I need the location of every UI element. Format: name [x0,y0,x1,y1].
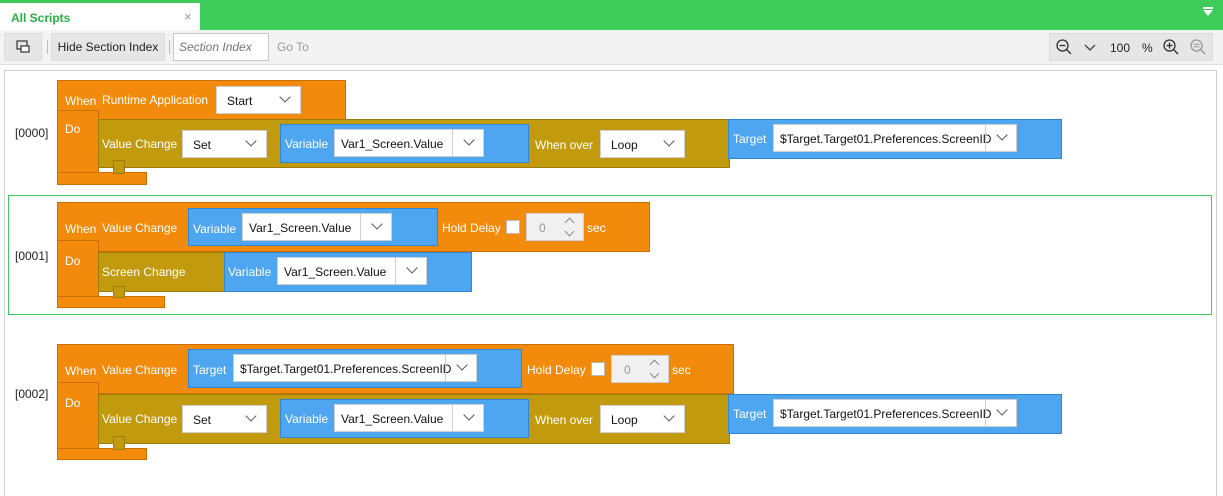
variable-dropdown[interactable]: Var1_Screen.Value [242,213,392,241]
variable-label: Variable [285,412,329,426]
hold-delay-label: Hold Delay [442,221,501,235]
chevron-down-icon [996,404,1008,416]
variable-label: Variable [193,222,237,236]
chevron-down-icon [245,410,257,422]
trigger-label: Runtime Application [102,93,209,107]
action-label: Value Change [102,412,178,426]
section-index-label: [0001] [15,249,49,263]
hold-delay-stepper[interactable]: 0 [611,355,669,383]
when-block-footer [57,448,147,460]
chevron-down-icon [371,218,383,230]
unit-label: sec [672,363,691,377]
action-mode-dropdown[interactable]: Set [182,130,267,158]
chevron-down-icon [663,410,675,422]
tab-all-scripts[interactable]: All Scripts × [0,0,200,30]
when-label: When [65,364,97,378]
do-label: Do [65,254,81,268]
target-dropdown[interactable]: $Target.Target01.Preferences.ScreenID [773,399,1017,427]
tab-title: All Scripts [11,11,71,25]
zoom-control: 100 % [1049,33,1213,61]
section-index-input[interactable] [173,33,269,61]
toolbar-separator [47,40,48,54]
target-label: Target [733,132,767,146]
zoom-out-icon[interactable] [1055,38,1073,56]
chevron-down-icon [456,359,468,371]
when-block-footer [57,172,147,185]
section-index-label: [0002] [15,387,49,401]
chevron-down-icon[interactable] [564,226,575,237]
target-label: Target [733,407,767,421]
chevron-down-icon [463,134,475,146]
trigger-label: Value Change [102,221,178,235]
hide-section-index-button[interactable]: Hide Section Index [51,33,165,61]
do-label: Do [65,396,81,410]
variable-label: Variable [285,137,329,151]
zoom-reset-icon[interactable] [1189,38,1207,56]
when-over-dropdown[interactable]: Loop [600,405,685,433]
hold-delay-checkbox[interactable] [506,220,520,234]
chevron-down-icon[interactable] [1081,38,1099,56]
block-connector [113,436,125,450]
chevron-down-icon [463,409,475,421]
hold-delay-checkbox[interactable] [591,362,605,376]
hold-delay-label: Hold Delay [527,363,586,377]
do-label: Do [65,122,81,136]
block-connector [113,286,125,298]
variable-dropdown[interactable]: Var1_Screen.Value [334,404,484,432]
when-label: When [65,94,97,108]
when-block-footer [57,296,165,308]
target-dropdown[interactable]: $Target.Target01.Preferences.ScreenID [233,354,477,382]
zoom-level[interactable]: 100 [1110,41,1130,55]
variable-label: Variable [228,265,272,279]
action-mode-dropdown[interactable]: Set [182,405,267,433]
target-label: Target [193,363,227,377]
action-label: Value Change [102,137,178,151]
tab-bar: All Scripts × [0,0,1223,30]
section-index-label: [0000] [15,126,49,140]
toolbar: Hide Section Index Go To 100 % [0,30,1223,65]
when-label: When [65,222,97,236]
when-over-label: When over [535,413,594,427]
zoom-unit: % [1142,41,1153,55]
variable-dropdown[interactable]: Var1_Screen.Value [277,257,427,285]
close-icon[interactable]: × [184,9,192,24]
trigger-option-dropdown[interactable]: Start [216,86,301,114]
action-label: Screen Change [102,265,186,279]
chevron-down-icon[interactable] [649,368,660,379]
chevron-down-icon [279,91,291,103]
unit-label: sec [587,221,606,235]
tab-menu-bar [1203,7,1213,9]
hold-delay-stepper[interactable]: 0 [526,213,584,241]
block-connector [113,160,125,174]
variable-dropdown[interactable]: Var1_Screen.Value [334,129,484,157]
comment-icon [16,40,30,53]
chevron-down-icon[interactable] [1203,10,1213,16]
target-dropdown[interactable]: $Target.Target01.Preferences.ScreenID [773,124,1017,152]
chevron-down-icon [406,262,418,274]
add-comment-button[interactable] [4,33,42,61]
when-over-label: When over [535,138,594,152]
go-to-button[interactable]: Go To [277,40,309,54]
trigger-label: Value Change [102,363,178,377]
chevron-down-icon [245,135,257,147]
chevron-down-icon [663,135,675,147]
toolbar-separator [169,40,170,54]
chevron-down-icon [996,129,1008,141]
zoom-in-icon[interactable] [1162,38,1180,56]
when-over-dropdown[interactable]: Loop [600,130,685,158]
